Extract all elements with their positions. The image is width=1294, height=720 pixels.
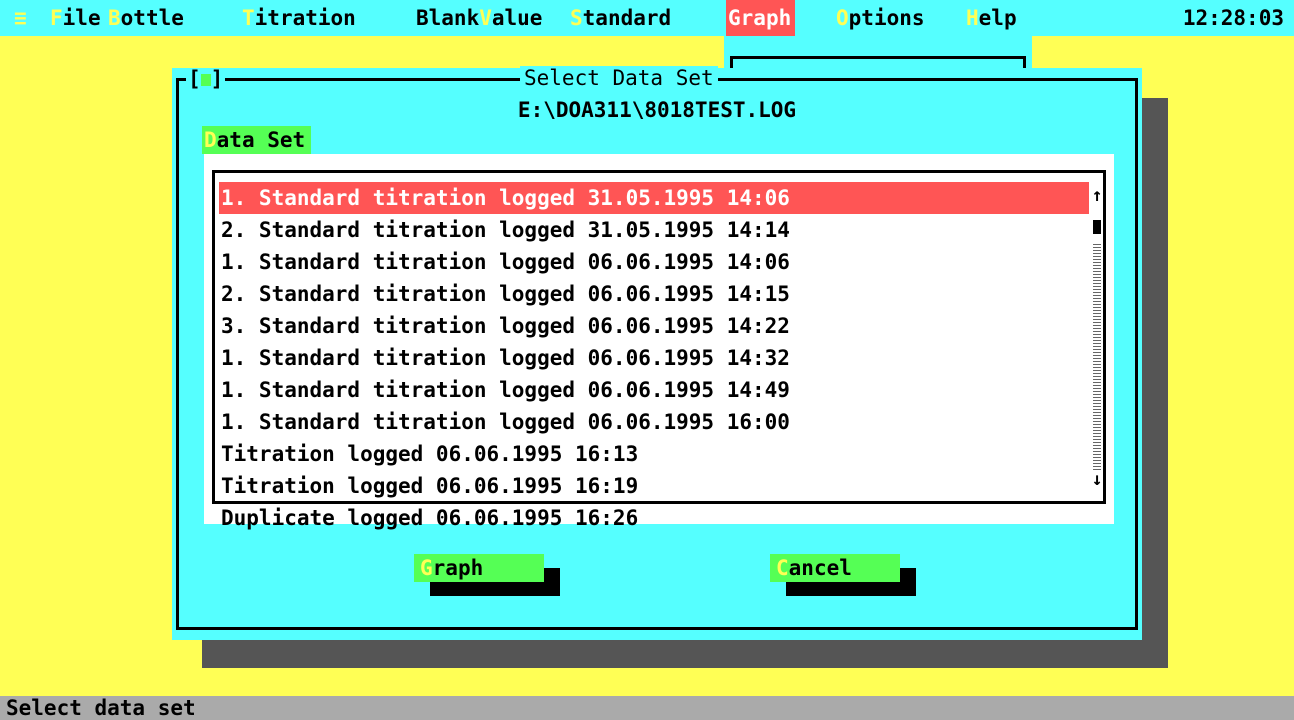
select-data-set-dialog: [] Select Data Set E:\DOA311\8018TEST.LO…	[172, 66, 1142, 640]
list-item[interactable]: 1. Standard titration logged 06.06.1995 …	[219, 406, 1089, 438]
menu-bottle-hotkey: B	[108, 6, 121, 30]
list-item[interactable]: Titration logged 06.06.1995 16:13	[219, 438, 1089, 470]
data-set-label-text: ata Set	[216, 128, 306, 152]
scroll-up-arrow-icon[interactable]: ↑	[1091, 182, 1103, 210]
clock: 12:28:03	[1182, 6, 1284, 30]
menu-graph-label: raph	[740, 6, 792, 30]
system-menu-icon[interactable]: ≡	[14, 0, 27, 36]
list-item-selected[interactable]: 1. Standard titration logged 31.05.1995 …	[219, 182, 1089, 214]
list-item[interactable]: 1. Standard titration logged 06.06.1995 …	[219, 342, 1089, 374]
menu-titration[interactable]: Titration	[240, 0, 360, 36]
graph-button-wrap: Graph	[414, 554, 560, 596]
menu-blankvalue[interactable]: BlankValue	[414, 0, 546, 36]
graph-button[interactable]: Graph	[414, 554, 544, 582]
menu-graph[interactable]: Graph	[726, 0, 796, 36]
list-item[interactable]: 1. Standard titration logged 06.06.1995 …	[219, 374, 1089, 406]
menu-options[interactable]: Options	[834, 0, 929, 36]
menu-blankvalue-label: Blank	[416, 6, 480, 30]
menu-standard[interactable]: Standard	[568, 0, 675, 36]
dialog-title: Select Data Set	[520, 66, 718, 90]
menu-help-hotkey: H	[966, 6, 979, 30]
data-set-list: 1. Standard titration logged 31.05.1995 …	[219, 182, 1089, 534]
list-item[interactable]: 2. Standard titration logged 06.06.1995 …	[219, 278, 1089, 310]
menu-blankvalue-label2: alue	[491, 6, 543, 30]
scroll-track[interactable]	[1093, 242, 1101, 470]
list-item[interactable]: 1. Standard titration logged 06.06.1995 …	[219, 246, 1089, 278]
cancel-button[interactable]: Cancel	[770, 554, 900, 582]
data-set-listbox[interactable]: 1. Standard titration logged 31.05.1995 …	[212, 170, 1106, 530]
menu-bottle-label: ottle	[120, 6, 184, 30]
menu-blankvalue-hotkey2: V	[479, 6, 492, 30]
data-set-label[interactable]: Data Set	[202, 126, 312, 154]
menu-options-hotkey: O	[836, 6, 849, 30]
menu-file-label: ile	[62, 6, 101, 30]
menu-titration-hotkey: T	[242, 6, 255, 30]
menu-file[interactable]: File	[48, 0, 105, 36]
list-item[interactable]: Duplicate logged 06.06.1995 16:26	[219, 502, 1089, 534]
menu-bottle[interactable]: Bottle	[106, 0, 188, 36]
menu-graph-hotkey: G	[728, 6, 741, 30]
graph-button-hotkey: G	[420, 556, 433, 580]
cancel-button-wrap: Cancel	[770, 554, 916, 596]
menu-standard-label: tandard	[582, 6, 672, 30]
dialog-close-button[interactable]: []	[186, 67, 226, 91]
list-scrollbar[interactable]: ↑ ↓	[1091, 182, 1103, 494]
list-item[interactable]: Titration logged 06.06.1995 16:19	[219, 470, 1089, 502]
scroll-down-arrow-icon[interactable]: ↓	[1091, 466, 1103, 494]
cancel-button-label: ancel	[788, 556, 852, 580]
close-box-right: ]	[210, 67, 224, 91]
list-item[interactable]: 2. Standard titration logged 31.05.1995 …	[219, 214, 1089, 246]
data-set-hotkey: D	[204, 128, 217, 152]
close-icon	[200, 74, 211, 86]
cancel-button-hotkey: C	[776, 556, 789, 580]
menu-bar: ≡ File Bottle Titration BlankValue Stand…	[0, 0, 1294, 36]
scroll-thumb[interactable]	[1093, 220, 1101, 234]
data-set-listbox-area: 1. Standard titration logged 31.05.1995 …	[204, 154, 1114, 530]
close-box-left: [	[188, 67, 201, 91]
menu-standard-hotkey: S	[570, 6, 583, 30]
menu-titration-label: itration	[254, 6, 356, 30]
menu-options-label: ptions	[848, 6, 925, 30]
menu-help-label: elp	[978, 6, 1017, 30]
status-bar: Select data set	[0, 696, 1294, 720]
file-path: E:\DOA311\8018TEST.LOG	[517, 98, 797, 122]
graph-menu-dropdown	[724, 36, 1032, 75]
list-item[interactable]: 3. Standard titration logged 06.06.1995 …	[219, 310, 1089, 342]
menu-help[interactable]: Help	[964, 0, 1021, 36]
graph-button-label: raph	[432, 556, 484, 580]
menu-file-hotkey: F	[50, 6, 63, 30]
